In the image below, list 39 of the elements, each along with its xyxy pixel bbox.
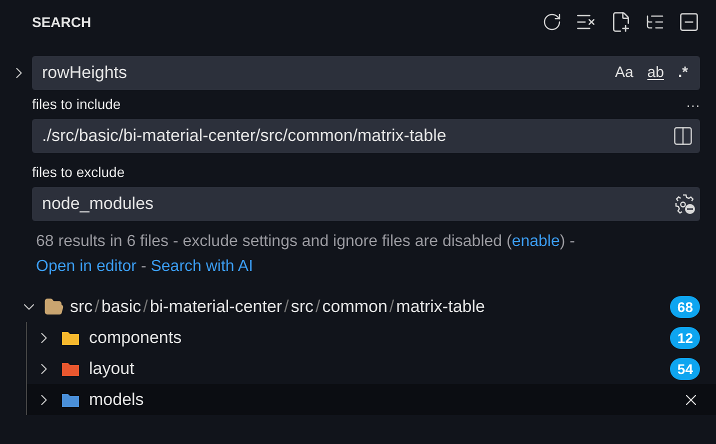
whole-word-toggle[interactable]: ab [645,63,666,83]
collapse-all-icon[interactable] [678,11,700,33]
folder-path-label: matrix-table [396,296,485,318]
enable-link[interactable]: enable [512,233,560,250]
path-separator: / [388,296,396,318]
folder-name: components [89,326,182,349]
field-label: files to exclude [32,164,125,180]
path-separator: / [142,296,149,318]
refresh-icon[interactable] [542,12,562,32]
field-label: files to include [32,95,121,114]
gear-minus-icon[interactable] [674,193,696,215]
folder-path-label: src [70,296,93,318]
tree-row[interactable]: src/basic/bi-material-center/src/common/matrix-table 68 [0,291,716,322]
exclude-field[interactable]: node_modules [32,187,700,221]
include-field[interactable]: ./src/basic/bi-material-center/src/common/matrix-table [32,119,700,153]
path-separator: / [94,296,100,318]
count-badge: 12 [670,326,700,348]
tree-row[interactable]: models [26,384,716,415]
folder-path-label: bi-material-center [150,296,282,318]
open-in-editor-link[interactable]: Open in editor [36,258,137,275]
results-message: 68 results in 6 files - exclude settings and ignore files are disabled (enable) - Open in editor - Search with AI [35,232,576,277]
search-with-ai-link[interactable]: Search with AI [150,258,254,275]
folder-path-label: basic [101,296,142,318]
path-separator: / [283,296,290,318]
folder-path-label: src [290,296,314,318]
panel-title: SEARCH [32,12,92,32]
more-button[interactable]: ··· [686,98,700,112]
count-badge: 54 [670,358,700,380]
folder-path-label: common [322,296,388,318]
folder-name: layout [89,358,134,380]
folder-icon [44,296,64,316]
regex-toggle[interactable]: .* [676,63,690,83]
new-file-icon[interactable] [610,11,632,33]
tree-row[interactable]: components 12 [26,322,716,353]
search-field[interactable]: rowHeights Aa ab .* [32,56,700,90]
path-separator: / [314,296,322,318]
folder-name: models [89,388,144,411]
count-badge: 68 [670,296,700,318]
match-case-toggle[interactable]: Aa [612,63,636,83]
